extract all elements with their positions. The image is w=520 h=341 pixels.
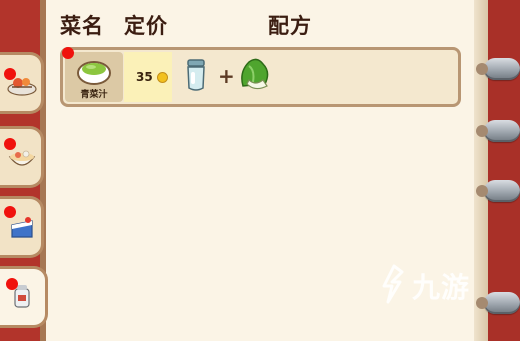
tab-drinks[interactable] [0, 266, 48, 328]
tab-seafood[interactable] [0, 52, 44, 114]
juicer-icon [187, 59, 205, 91]
column-header-price: 定价 [124, 14, 168, 38]
binder-ring-icon [476, 292, 520, 314]
tab-badge [6, 278, 18, 290]
tab-badge [4, 138, 16, 150]
dish-name: 青菜汁 [80, 90, 108, 100]
binder-ring-icon [476, 120, 520, 142]
9game-logo-icon [382, 264, 404, 304]
dish-price: 35 [136, 70, 153, 84]
column-header-recipe: 配方 [268, 14, 312, 38]
tab-badge [4, 68, 16, 80]
binder-ring-icon [476, 58, 520, 80]
dish-thumbnail[interactable]: 青菜汁 [65, 52, 123, 102]
price-cell: 35 [124, 52, 172, 102]
book-cover-right [488, 0, 520, 341]
binder-ring-icon [476, 180, 520, 202]
bok-choy-icon [241, 58, 269, 90]
watermark-text: 九游 [412, 271, 471, 304]
dish-row[interactable]: 青菜汁 35 + [60, 47, 461, 107]
tab-badge [4, 206, 16, 218]
new-dish-badge [62, 47, 74, 59]
tab-noodles[interactable] [0, 126, 44, 188]
tab-desserts[interactable] [0, 196, 44, 258]
watermark: 九游 [378, 262, 488, 312]
column-header-name: 菜名 [60, 14, 104, 38]
plus-icon: + [218, 64, 235, 88]
gold-coin-icon [157, 72, 168, 83]
recipe-book: 菜名 定价 配方 青菜汁 35 + 九游 [0, 0, 520, 341]
green-juice-bowl-icon [77, 61, 111, 85]
